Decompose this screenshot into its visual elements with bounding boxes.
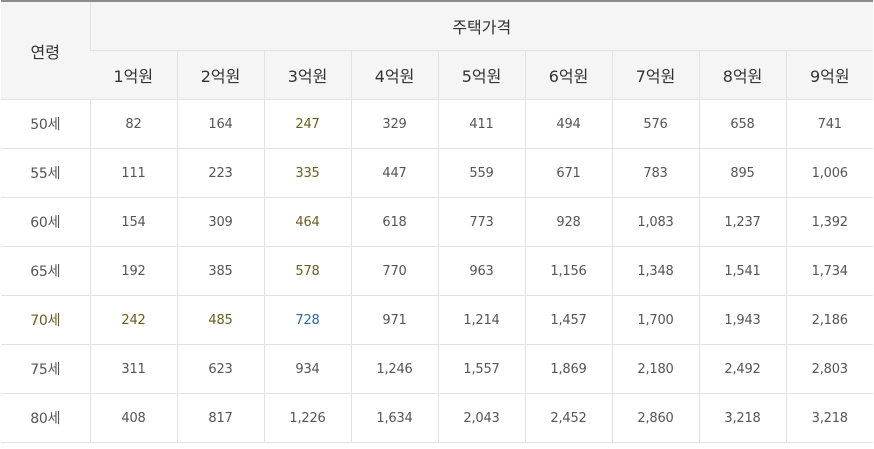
value-cell: 335 [263, 148, 351, 198]
value-cell: 928 [524, 197, 612, 247]
value-cell: 1,006 [785, 148, 874, 198]
value-cell: 895 [698, 148, 786, 198]
value-cell: 2,860 [611, 393, 699, 443]
value-cell: 309 [176, 197, 264, 247]
price-column-header: 7억원 [611, 50, 699, 100]
value-cell: 1,214 [437, 295, 525, 345]
pension-table: 연령 주택가격 1억원 2억원 3억원 4억원 5억원 6억원 7억원 8억원 … [1, 0, 874, 443]
value-cell: 3,218 [785, 393, 874, 443]
value-cell: 671 [524, 148, 612, 198]
highlighted-value-cell: 728 [263, 295, 351, 345]
value-cell: 494 [524, 99, 612, 149]
value-cell: 741 [785, 99, 874, 149]
value-cell: 971 [350, 295, 438, 345]
age-column-header: 연령 [1, 1, 90, 100]
value-cell: 576 [611, 99, 699, 149]
age-cell: 55세 [1, 148, 90, 198]
age-cell: 80세 [1, 393, 90, 443]
header-row-prices: 1억원 2억원 3억원 4억원 5억원 6억원 7억원 8억원 9억원 [1, 50, 874, 100]
price-column-header: 1억원 [90, 50, 177, 100]
value-cell: 447 [350, 148, 438, 198]
value-cell: 154 [89, 197, 177, 247]
value-cell: 2,492 [698, 344, 786, 394]
value-cell: 2,186 [785, 295, 874, 345]
value-cell: 1,734 [785, 246, 874, 296]
value-cell: 411 [437, 99, 525, 149]
value-cell: 464 [263, 197, 351, 247]
age-cell: 65세 [1, 246, 90, 296]
value-cell: 1,541 [698, 246, 786, 296]
price-column-header: 9억원 [785, 50, 874, 100]
table-row: 65세 192 385 578 770 963 1,156 1,348 1,54… [1, 246, 874, 296]
value-cell: 329 [350, 99, 438, 149]
value-cell: 1,237 [698, 197, 786, 247]
value-cell: 623 [176, 344, 264, 394]
value-cell: 817 [176, 393, 264, 443]
price-column-header: 6억원 [524, 50, 612, 100]
table-row: 55세 111 223 335 447 559 671 783 895 1,00… [1, 148, 874, 198]
value-cell: 311 [89, 344, 177, 394]
value-cell: 223 [176, 148, 264, 198]
value-cell: 1,634 [350, 393, 438, 443]
age-cell: 75세 [1, 344, 90, 394]
value-cell: 1,457 [524, 295, 612, 345]
value-cell: 82 [89, 99, 177, 149]
value-cell: 164 [176, 99, 264, 149]
value-cell: 2,803 [785, 344, 874, 394]
value-cell: 578 [263, 246, 351, 296]
value-cell: 485 [176, 295, 264, 345]
price-column-header: 8억원 [698, 50, 786, 100]
value-cell: 408 [89, 393, 177, 443]
price-column-header: 5억원 [437, 50, 525, 100]
value-cell: 773 [437, 197, 525, 247]
value-cell: 934 [263, 344, 351, 394]
value-cell: 2,043 [437, 393, 525, 443]
price-column-header: 3억원 [263, 50, 351, 100]
table-row: 75세 311 623 934 1,246 1,557 1,869 2,180 … [1, 344, 874, 394]
age-cell: 70세 [1, 295, 90, 345]
table-row: 60세 154 309 464 618 773 928 1,083 1,237 … [1, 197, 874, 247]
table-row-highlighted: 70세 242 485 728 971 1,214 1,457 1,700 1,… [1, 295, 874, 345]
value-cell: 2,452 [524, 393, 612, 443]
price-column-header: 4억원 [350, 50, 438, 100]
value-cell: 1,700 [611, 295, 699, 345]
value-cell: 658 [698, 99, 786, 149]
table-row: 50세 82 164 247 329 411 494 576 658 741 [1, 99, 874, 149]
price-group-header: 주택가격 [89, 1, 874, 51]
value-cell: 963 [437, 246, 525, 296]
value-cell: 1,083 [611, 197, 699, 247]
value-cell: 385 [176, 246, 264, 296]
value-cell: 247 [263, 99, 351, 149]
value-cell: 1,226 [263, 393, 351, 443]
value-cell: 1,392 [785, 197, 874, 247]
table-row: 80세 408 817 1,226 1,634 2,043 2,452 2,86… [1, 393, 874, 443]
value-cell: 1,557 [437, 344, 525, 394]
value-cell: 1,156 [524, 246, 612, 296]
value-cell: 3,218 [698, 393, 786, 443]
table-header: 연령 주택가격 1억원 2억원 3억원 4억원 5억원 6억원 7억원 8억원 … [1, 1, 874, 100]
value-cell: 770 [350, 246, 438, 296]
value-cell: 1,348 [611, 246, 699, 296]
value-cell: 618 [350, 197, 438, 247]
value-cell: 111 [89, 148, 177, 198]
value-cell: 192 [89, 246, 177, 296]
value-cell: 1,943 [698, 295, 786, 345]
value-cell: 1,869 [524, 344, 612, 394]
value-cell: 1,246 [350, 344, 438, 394]
age-cell: 50세 [1, 99, 90, 149]
age-cell: 60세 [1, 197, 90, 247]
value-cell: 559 [437, 148, 525, 198]
table-body: 50세 82 164 247 329 411 494 576 658 741 5… [1, 99, 874, 443]
value-cell: 242 [89, 295, 177, 345]
value-cell: 2,180 [611, 344, 699, 394]
value-cell: 783 [611, 148, 699, 198]
header-row-top: 연령 주택가격 [1, 1, 874, 100]
price-column-header: 2억원 [176, 50, 264, 100]
